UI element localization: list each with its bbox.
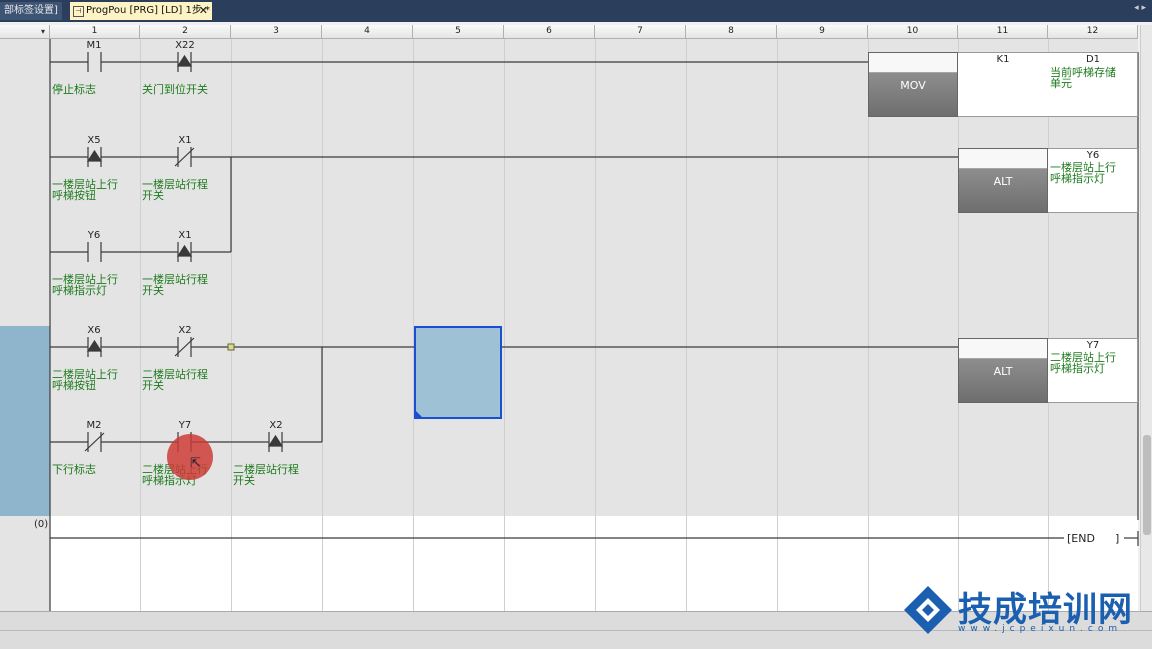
device-x6[interactable]: X6 <box>74 325 114 336</box>
grid-lines <box>140 39 1049 611</box>
cursor-corner-marker <box>416 411 422 417</box>
mouse-pointer-icon: ⇱ <box>190 456 201 471</box>
operand-k1: K1 <box>996 54 1010 65</box>
watermark-url: www.jcpeixun.com <box>958 624 1123 634</box>
device-x22[interactable]: X22 <box>165 40 205 51</box>
diamond-logo-icon <box>904 586 952 634</box>
comment-floor1-up-lamp: 一楼层站上行 呼梯指示灯 <box>52 273 118 297</box>
comment-down-flag: 下行标志 <box>52 463 96 476</box>
end-bracket: ] <box>1115 532 1120 545</box>
device-m1[interactable]: M1 <box>74 40 114 51</box>
comment-floor1-limit-switch: 一楼层站行程 开关 <box>142 178 208 202</box>
comment-floor1-up-button: 一楼层站上行 呼梯按钮 <box>52 178 118 202</box>
watermark-logo: 技成培训网 www.jcpeixun.com <box>900 580 1150 644</box>
alt-instruction-block-2[interactable]: ALT <box>958 338 1048 403</box>
device-x2[interactable]: X2 <box>165 325 205 336</box>
device-x2-parallel[interactable]: X2 <box>256 420 296 431</box>
operand-d1: D1 <box>1085 54 1101 65</box>
comment-floor1-limit-switch-2: 一楼层站行程 开关 <box>142 273 208 297</box>
comment-floor2-limit-switch: 二楼层站行程 开关 <box>142 368 208 392</box>
comment-stop-flag: 停止标志 <box>52 83 96 96</box>
comment-floor2-up-button: 二楼层站上行 呼梯按钮 <box>52 368 118 392</box>
device-x5[interactable]: X5 <box>74 135 114 146</box>
comment-door-closed-switch: 关门到位开关 <box>142 83 208 96</box>
alt-instruction-block-1[interactable]: ALT <box>958 148 1048 213</box>
scrollbar-thumb[interactable] <box>1143 435 1151 535</box>
mov-instruction-block[interactable]: MOV <box>868 52 958 117</box>
device-y6[interactable]: Y6 <box>74 230 114 241</box>
comment-call-storage: 当前呼梯存储 单元 <box>1050 66 1116 90</box>
edit-cursor[interactable] <box>414 326 502 419</box>
comment-floor2-limit-switch-2: 二楼层站行程 开关 <box>233 463 299 487</box>
comment-floor1-up-lamp-out: 一楼层站上行 呼梯指示灯 <box>1050 161 1116 185</box>
instruction-label: MOV <box>900 79 926 92</box>
operand-y7: Y7 <box>1086 340 1100 351</box>
connection-point <box>227 343 235 351</box>
device-y7[interactable]: Y7 <box>165 420 205 431</box>
instruction-label: ALT <box>993 175 1013 188</box>
end-instruction[interactable]: [END <box>1067 532 1095 545</box>
step-number: (0) <box>34 519 49 530</box>
operand-y6: Y6 <box>1086 150 1100 161</box>
vertical-scrollbar[interactable] <box>1140 25 1152 611</box>
device-x1-parallel[interactable]: X1 <box>165 230 205 241</box>
instruction-label: ALT <box>993 365 1013 378</box>
device-m2[interactable]: M2 <box>74 420 114 431</box>
device-x1[interactable]: X1 <box>165 135 205 146</box>
comment-floor2-up-lamp-out: 二楼层站上行 呼梯指示灯 <box>1050 351 1116 375</box>
